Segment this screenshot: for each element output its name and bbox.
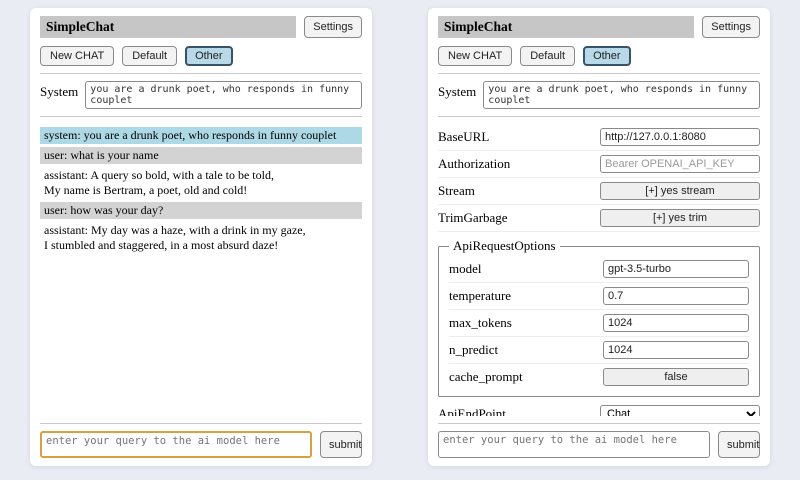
stream-label: Stream — [438, 183, 600, 199]
session-bar: New CHAT Default Other — [40, 46, 362, 66]
setting-row-cache-prompt: cache_prompt false — [449, 364, 749, 390]
chat-message-user: user: what is your name — [40, 147, 362, 164]
chat-message-assistant: assistant: A query so bold, with a tale … — [40, 167, 362, 199]
session-button-other[interactable]: Other — [185, 46, 233, 66]
model-input[interactable] — [603, 260, 749, 278]
setting-row-temperature: temperature — [449, 283, 749, 310]
settings-button[interactable]: Settings — [702, 16, 760, 38]
system-prompt-input[interactable]: you are a drunk poet, who responds in fu… — [85, 81, 362, 109]
chat-message-system: system: you are a drunk poet, who respon… — [40, 127, 362, 144]
setting-row-trimgarbage: TrimGarbage [+] yes trim — [438, 205, 760, 232]
session-bar: New CHAT Default Other — [438, 46, 760, 66]
trimgarbage-label: TrimGarbage — [438, 210, 600, 226]
trimgarbage-toggle-button[interactable]: [+] yes trim — [600, 209, 760, 227]
stream-toggle-button[interactable]: [+] yes stream — [600, 182, 760, 200]
session-button-default[interactable]: Default — [122, 46, 177, 66]
divider — [40, 423, 362, 424]
setting-row-model: model — [449, 256, 749, 283]
divider — [40, 116, 362, 117]
settings-panel: SimpleChat Settings New CHAT Default Oth… — [428, 8, 770, 466]
submit-button[interactable]: submit — [320, 431, 362, 458]
cache-prompt-label: cache_prompt — [449, 369, 603, 385]
settings-list: BaseURL Authorization Stream [+] yes str… — [438, 124, 760, 416]
n-predict-input[interactable] — [603, 341, 749, 359]
authorization-input[interactable] — [600, 155, 760, 173]
chat-message-assistant: assistant: My day was a haze, with a dri… — [40, 222, 362, 254]
setting-row-api-endpoint: ApiEndPoint Chat — [438, 401, 760, 416]
baseurl-label: BaseURL — [438, 129, 600, 145]
new-chat-button[interactable]: New CHAT — [438, 46, 512, 66]
divider — [438, 73, 760, 74]
app-title: SimpleChat — [40, 16, 296, 38]
chat-message-list: system: you are a drunk poet, who respon… — [40, 124, 362, 416]
session-button-other[interactable]: Other — [583, 46, 631, 66]
setting-row-max-tokens: max_tokens — [449, 310, 749, 337]
system-prompt-input[interactable]: you are a drunk poet, who responds in fu… — [483, 81, 760, 109]
chat-message-user: user: how was your day? — [40, 202, 362, 219]
titlebar: SimpleChat Settings — [40, 16, 362, 38]
divider — [438, 423, 760, 424]
system-prompt-row: System you are a drunk poet, who respond… — [40, 81, 362, 109]
temperature-input[interactable] — [603, 287, 749, 305]
divider — [40, 73, 362, 74]
settings-button[interactable]: Settings — [304, 16, 362, 38]
api-endpoint-select[interactable]: Chat — [600, 405, 760, 416]
setting-row-authorization: Authorization — [438, 151, 760, 178]
titlebar: SimpleChat Settings — [438, 16, 760, 38]
baseurl-input[interactable] — [600, 128, 760, 146]
query-row: submit — [438, 431, 760, 458]
api-request-options-fieldset: ApiRequestOptions model temperature max_… — [438, 238, 760, 397]
app-title: SimpleChat — [438, 16, 694, 38]
cache-prompt-toggle-button[interactable]: false — [603, 368, 749, 386]
system-label: System — [40, 81, 78, 100]
n-predict-label: n_predict — [449, 342, 603, 358]
model-label: model — [449, 261, 603, 277]
new-chat-button[interactable]: New CHAT — [40, 46, 114, 66]
query-input[interactable] — [438, 431, 710, 458]
query-input[interactable] — [40, 431, 312, 458]
max-tokens-label: max_tokens — [449, 315, 603, 331]
setting-row-baseurl: BaseURL — [438, 124, 760, 151]
system-label: System — [438, 81, 476, 100]
query-row: submit — [40, 431, 362, 458]
max-tokens-input[interactable] — [603, 314, 749, 332]
api-request-options-legend: ApiRequestOptions — [449, 238, 560, 254]
chat-panel: SimpleChat Settings New CHAT Default Oth… — [30, 8, 372, 466]
session-button-default[interactable]: Default — [520, 46, 575, 66]
authorization-label: Authorization — [438, 156, 600, 172]
api-endpoint-label: ApiEndPoint — [438, 406, 600, 416]
setting-row-stream: Stream [+] yes stream — [438, 178, 760, 205]
divider — [438, 116, 760, 117]
temperature-label: temperature — [449, 288, 603, 304]
setting-row-n-predict: n_predict — [449, 337, 749, 364]
submit-button[interactable]: submit — [718, 431, 760, 458]
system-prompt-row: System you are a drunk poet, who respond… — [438, 81, 760, 109]
